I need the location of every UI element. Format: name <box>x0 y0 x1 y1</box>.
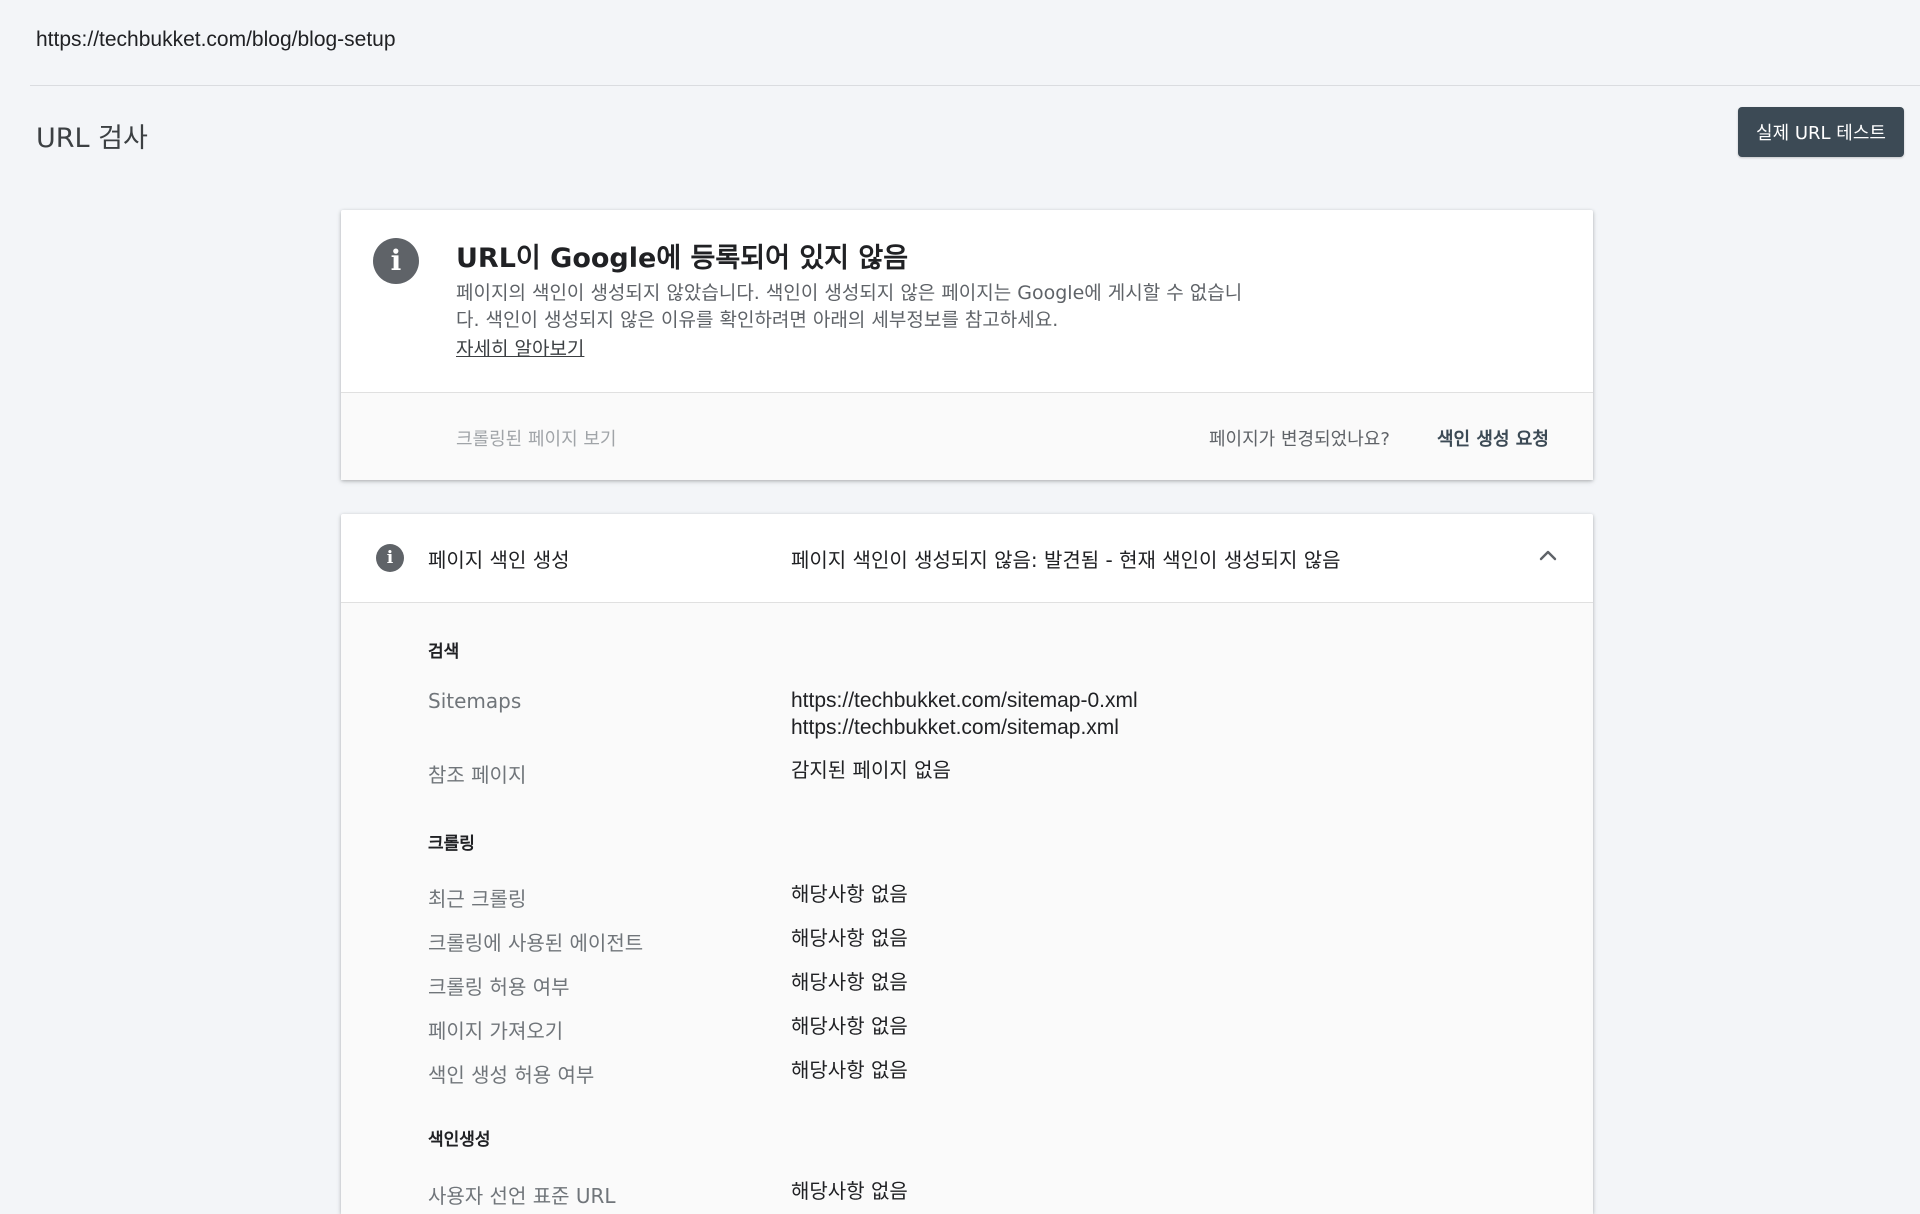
status-title: URL이 Google에 등록되어 있지 않음 <box>456 243 909 274</box>
index-status-card: i URL이 Google에 등록되어 있지 않음 페이지의 색인이 생성되지 … <box>341 210 1593 480</box>
info-icon: i <box>376 544 404 572</box>
status-summary: i URL이 Google에 등록되어 있지 않음 페이지의 색인이 생성되지 … <box>341 210 1593 393</box>
page-indexing-header[interactable]: i 페이지 색인 생성 페이지 색인이 생성되지 않음: 발견됨 - 현재 색인… <box>341 514 1593 603</box>
detail-row-value: 해당사항 없음 <box>791 1014 908 1038</box>
detail-row-label: 페이지 가져오기 <box>428 1019 564 1043</box>
detail-row-label: 크롤링 허용 여부 <box>428 975 570 999</box>
page-header: URL 검사 실제 URL 테스트 <box>0 86 1920 186</box>
sitemap-link[interactable]: https://techbukket.com/sitemap.xml <box>791 714 1119 741</box>
detail-row-label: 크롤링에 사용된 에이전트 <box>428 931 644 955</box>
page-title: URL 검사 <box>36 123 148 154</box>
inspected-url[interactable]: https://techbukket.com/blog/blog-setup <box>36 28 396 52</box>
page-indexing-details: 검색 Sitemaps https://techbukket.com/sitem… <box>341 603 1593 1214</box>
detail-row-value: 해당사항 없음 <box>791 882 908 906</box>
section-title-indexing: 색인생성 <box>428 1130 491 1150</box>
page-indexing-label: 페이지 색인 생성 <box>428 548 570 572</box>
detail-row-value: 감지된 페이지 없음 <box>791 758 951 782</box>
view-crawled-page-button[interactable]: 크롤링된 페이지 보기 <box>456 425 616 451</box>
status-description: 페이지의 색인이 생성되지 않았습니다. 색인이 생성되지 않은 페이지는 Go… <box>456 282 1243 331</box>
chevron-up-icon[interactable] <box>1533 540 1563 570</box>
detail-row-label: 참조 페이지 <box>428 763 527 787</box>
detail-row-label: Sitemaps <box>428 689 522 713</box>
url-bar: https://techbukket.com/blog/blog-setup <box>30 0 1920 86</box>
detail-row-label: 사용자 선언 표준 URL <box>428 1184 616 1208</box>
status-actions: 크롤링된 페이지 보기 페이지가 변경되었나요? 색인 생성 요청 <box>341 393 1593 480</box>
learn-more-link[interactable]: 자세히 알아보기 <box>456 334 584 361</box>
detail-row-value: 해당사항 없음 <box>791 970 908 994</box>
detail-row-value: 해당사항 없음 <box>791 926 908 950</box>
detail-row-label: 최근 크롤링 <box>428 887 527 911</box>
info-icon: i <box>373 238 419 284</box>
section-title-search: 검색 <box>428 642 460 662</box>
detail-row-value: 해당사항 없음 <box>791 1179 908 1203</box>
page-indexing-summary: 페이지 색인이 생성되지 않음: 발견됨 - 현재 색인이 생성되지 않음 <box>791 548 1341 572</box>
detail-row-value: 해당사항 없음 <box>791 1058 908 1082</box>
sitemap-link[interactable]: https://techbukket.com/sitemap-0.xml <box>791 687 1138 714</box>
request-indexing-button[interactable]: 색인 생성 요청 <box>1437 425 1549 451</box>
page-indexing-card: i 페이지 색인 생성 페이지 색인이 생성되지 않음: 발견됨 - 현재 색인… <box>341 514 1593 1214</box>
section-title-crawl: 크롤링 <box>428 834 475 854</box>
detail-row-label: 색인 생성 허용 여부 <box>428 1063 595 1087</box>
test-live-url-button[interactable]: 실제 URL 테스트 <box>1738 107 1904 157</box>
page-changed-question: 페이지가 변경되었나요? <box>1209 429 1390 450</box>
